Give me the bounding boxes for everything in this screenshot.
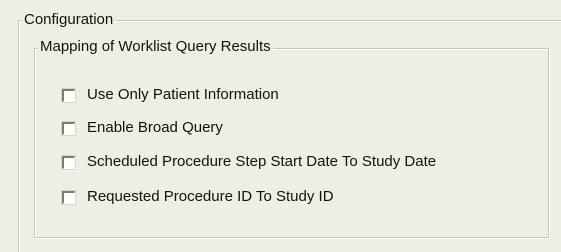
checkbox-label[interactable]: Scheduled Procedure Step Start Date To S… [87, 153, 436, 171]
checkbox-label[interactable]: Use Only Patient Information [87, 86, 279, 104]
checkbox-box[interactable] [61, 189, 76, 205]
mapping-groupbox [34, 48, 549, 238]
checkbox-label[interactable]: Requested Procedure ID To Study ID [87, 188, 334, 206]
configuration-group-title: Configuration [22, 11, 116, 29]
checkbox-label[interactable]: Enable Broad Query [87, 119, 223, 137]
use-only-patient-information-checkbox[interactable]: Use Only Patient Information [61, 86, 279, 104]
checkbox-box[interactable] [61, 154, 76, 170]
mapping-group-title: Mapping of Worklist Query Results [38, 38, 273, 56]
checkbox-box[interactable] [61, 120, 76, 136]
checkbox-box[interactable] [61, 87, 76, 103]
requested-procedure-id-to-study-id-checkbox[interactable]: Requested Procedure ID To Study ID [61, 188, 334, 206]
enable-broad-query-checkbox[interactable]: Enable Broad Query [61, 119, 223, 137]
scheduled-step-date-to-study-date-checkbox[interactable]: Scheduled Procedure Step Start Date To S… [61, 153, 436, 171]
configuration-panel: Configuration Mapping of Worklist Query … [0, 0, 561, 252]
